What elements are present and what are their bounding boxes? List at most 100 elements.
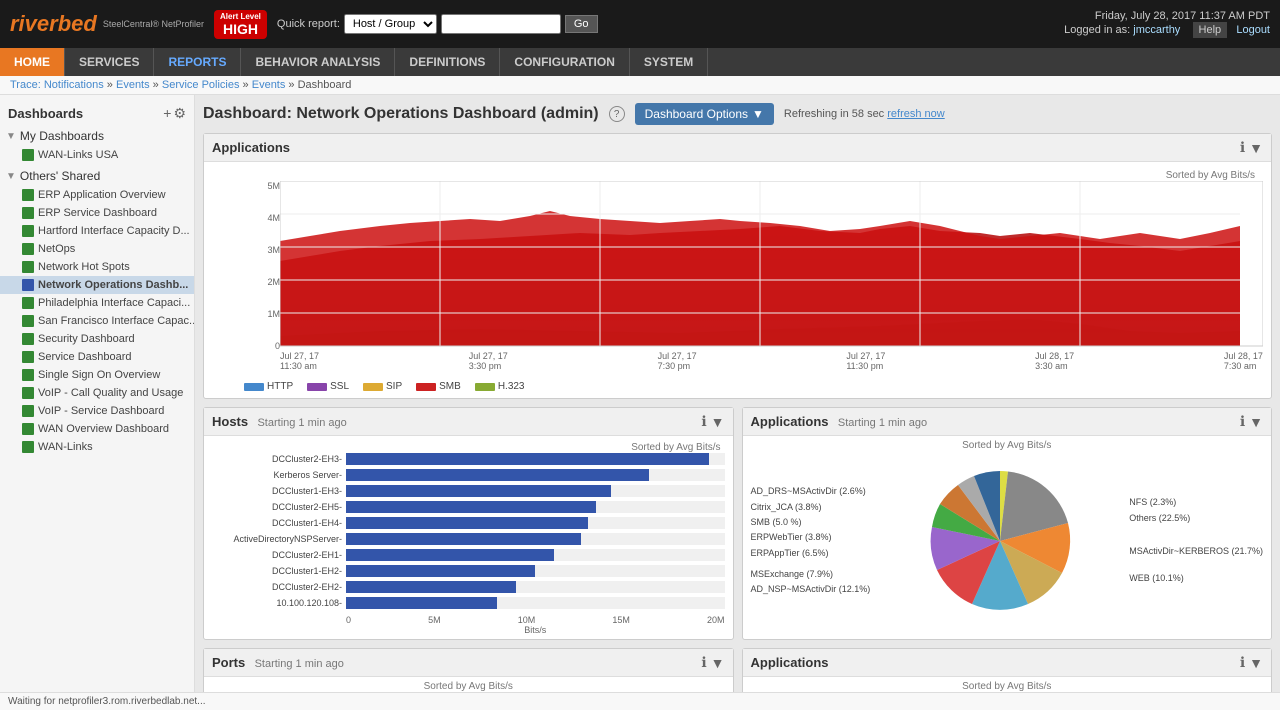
- sidebar-item-netops[interactable]: NetOps: [0, 240, 194, 258]
- breadcrumb-events2[interactable]: Events: [252, 79, 286, 91]
- refresh-text: Refreshing in 58 sec: [784, 108, 884, 120]
- sidebar-item-network-ops[interactable]: Network Operations Dashb...: [0, 276, 194, 294]
- bar-label: 10.100.120.108-: [212, 598, 342, 608]
- nav-behavior[interactable]: BEHAVIOR ANALYSIS: [241, 48, 395, 76]
- hosts-bar-row: 10.100.120.108-: [212, 597, 725, 609]
- apps2-panel-controls: ℹ ▼: [1240, 413, 1263, 430]
- pie-labels-left: AD_DRS~MSActivDir (2.6%) Citrix_JCA (3.8…: [751, 484, 871, 597]
- go-button[interactable]: Go: [565, 15, 598, 33]
- quick-report-input[interactable]: [441, 14, 561, 34]
- applications-pie-panel: Applications Starting 1 min ago ℹ ▼ Sort…: [742, 407, 1273, 640]
- sidebar-item-label: San Francisco Interface Capac...: [38, 315, 194, 327]
- sidebar-item-label: WAN Overview Dashboard: [38, 423, 169, 435]
- logout-link[interactable]: Logout: [1236, 24, 1270, 36]
- sidebar-item-service[interactable]: Service Dashboard: [0, 348, 194, 366]
- ports-expand-button[interactable]: ▼: [711, 655, 725, 671]
- applications-bottom-panel: Applications ℹ ▼ Sorted by Avg Bits/s 2.…: [742, 648, 1273, 692]
- legend-smb-color: [416, 383, 436, 391]
- legend-http: HTTP: [244, 381, 293, 392]
- legend-smb: SMB: [416, 381, 461, 392]
- dashboard-options-button[interactable]: Dashboard Options ▼: [635, 103, 774, 125]
- breadcrumb-trace[interactable]: Trace: Notifications: [10, 79, 104, 91]
- panel-expand-button[interactable]: ▼: [1249, 140, 1263, 156]
- ports-panel-title-area: Ports Starting 1 min ago: [212, 655, 344, 670]
- bar-fill: [346, 485, 611, 497]
- x-label-6: Jul 28, 177:30 am: [1224, 351, 1263, 371]
- dashboard-help-icon[interactable]: ?: [609, 106, 625, 122]
- apps3-info-button[interactable]: ℹ: [1240, 654, 1245, 671]
- ports-panel-controls: ℹ ▼: [701, 654, 724, 671]
- bar-label: DCCluster2-EH5-: [212, 502, 342, 512]
- ports-info-button[interactable]: ℹ: [701, 654, 706, 671]
- breadcrumb-current: Dashboard: [298, 79, 352, 91]
- apps3-expand-button[interactable]: ▼: [1249, 655, 1263, 671]
- nav-system[interactable]: SYSTEM: [630, 48, 708, 76]
- hosts-bar-row: DCCluster2-EH5-: [212, 501, 725, 513]
- sidebar-item-wan-links-usa[interactable]: WAN-Links USA: [0, 146, 194, 164]
- sidebar-item-philly[interactable]: Philadelphia Interface Capaci...: [0, 294, 194, 312]
- sidebar-item-network-hot-spots[interactable]: Network Hot Spots: [0, 258, 194, 276]
- bar-fill: [346, 549, 554, 561]
- area-chart-svg: [280, 181, 1263, 351]
- nav-services[interactable]: SERVICES: [65, 48, 154, 76]
- sidebar-item-hartford[interactable]: Hartford Interface Capacity D...: [0, 222, 194, 240]
- panel-info-button[interactable]: ℹ: [1240, 139, 1245, 156]
- pie-label: NFS (2.3%): [1129, 495, 1263, 510]
- others-shared-section: ▼ Others' Shared ERP Application Overvie…: [0, 166, 194, 456]
- sidebar-item-voip-quality[interactable]: VoIP - Call Quality and Usage: [0, 384, 194, 402]
- sidebar-item-voip-service[interactable]: VoIP - Service Dashboard: [0, 402, 194, 420]
- ports-panel-title: Ports: [212, 655, 245, 670]
- sidebar-item-sf[interactable]: San Francisco Interface Capac...: [0, 312, 194, 330]
- nav-home[interactable]: HOME: [0, 48, 65, 76]
- ports-panel-header: Ports Starting 1 min ago ℹ ▼: [204, 649, 733, 677]
- hosts-bar-row: DCCluster1-EH3-: [212, 485, 725, 497]
- sidebar-item-label: ERP Service Dashboard: [38, 207, 157, 219]
- sidebar-item-label: Single Sign On Overview: [38, 369, 160, 381]
- add-dashboard-button[interactable]: +: [163, 105, 171, 122]
- sidebar-item-label: WAN-Links: [38, 441, 93, 453]
- apps2-info-button[interactable]: ℹ: [1240, 413, 1245, 430]
- refresh-now-link[interactable]: refresh now: [887, 108, 944, 120]
- sidebar-settings-icon[interactable]: ⚙: [173, 105, 186, 122]
- dashboard-title: Dashboard: Network Operations Dashboard …: [203, 105, 599, 123]
- sidebar-item-wan-links[interactable]: WAN-Links: [0, 438, 194, 456]
- quick-report-select[interactable]: Host / Group: [344, 14, 437, 34]
- sidebar-item-label: WAN-Links USA: [38, 149, 118, 161]
- bar-label: DCCluster1-EH3-: [212, 486, 342, 496]
- item-icon: [22, 441, 34, 453]
- ports-sort-label: Sorted by Avg Bits/s: [204, 677, 733, 692]
- logged-in-label: Logged in as:: [1064, 24, 1130, 36]
- hosts-expand-button[interactable]: ▼: [711, 414, 725, 430]
- sidebar-item-erp-service[interactable]: ERP Service Dashboard: [0, 204, 194, 222]
- apps2-expand-button[interactable]: ▼: [1249, 414, 1263, 430]
- bar-track: [346, 501, 725, 513]
- pie-label: ERPAppTier (6.5%): [751, 546, 871, 561]
- sidebar-item-sso[interactable]: Single Sign On Overview: [0, 366, 194, 384]
- help-button[interactable]: Help: [1193, 22, 1228, 38]
- nav-definitions[interactable]: DEFINITIONS: [395, 48, 500, 76]
- breadcrumb-policies[interactable]: Service Policies: [162, 79, 240, 91]
- item-icon: [22, 369, 34, 381]
- sidebar-item-label: VoIP - Service Dashboard: [38, 405, 164, 417]
- hosts-bar-row: DCCluster2-EH2-: [212, 581, 725, 593]
- hosts-info-button[interactable]: ℹ: [701, 413, 706, 430]
- username-link[interactable]: jmccarthy: [1133, 24, 1180, 36]
- y-axis: 5M4M3M2M1M0: [244, 181, 280, 353]
- bar-track: [346, 485, 725, 497]
- item-icon: [22, 189, 34, 201]
- item-icon: [22, 261, 34, 273]
- sidebar-item-label: NetOps: [38, 243, 75, 255]
- bar-fill: [346, 501, 596, 513]
- nav-reports[interactable]: REPORTS: [154, 48, 241, 76]
- nav-configuration[interactable]: CONFIGURATION: [500, 48, 629, 76]
- breadcrumb-events1[interactable]: Events: [116, 79, 150, 91]
- logo-area: riverbed SteelCentral® NetProfiler: [10, 11, 204, 37]
- sidebar-item-wan-overview[interactable]: WAN Overview Dashboard: [0, 420, 194, 438]
- hosts-panel: Hosts Starting 1 min ago ℹ ▼ Sorted by A…: [203, 407, 734, 640]
- sidebar-item-erp-app[interactable]: ERP Application Overview: [0, 186, 194, 204]
- legend-ssl: SSL: [307, 381, 349, 392]
- others-shared-header[interactable]: ▼ Others' Shared: [0, 166, 194, 186]
- sidebar-title: Dashboards: [8, 106, 83, 121]
- my-dashboards-header[interactable]: ▼ My Dashboards: [0, 126, 194, 146]
- sidebar-item-security[interactable]: Security Dashboard: [0, 330, 194, 348]
